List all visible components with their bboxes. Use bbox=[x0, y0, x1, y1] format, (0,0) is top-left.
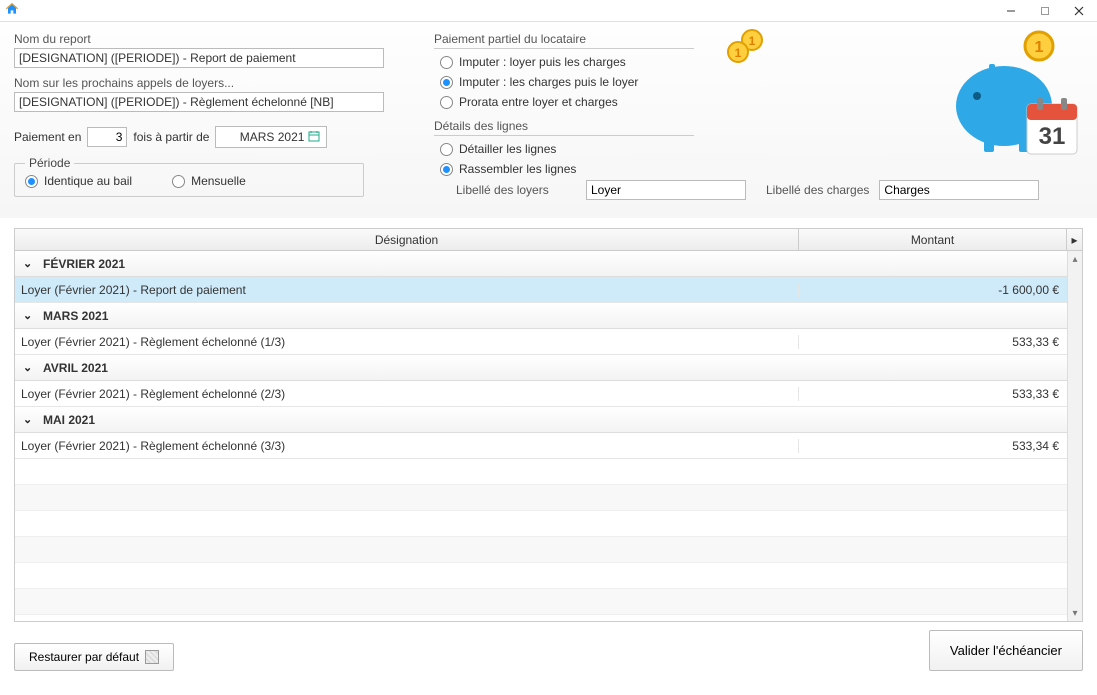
chevron-down-icon: ⌄ bbox=[23, 309, 37, 322]
scroll-down-icon[interactable]: ▾ bbox=[1068, 605, 1082, 621]
next-calls-label: Nom sur les prochains appels de loyers..… bbox=[14, 76, 414, 90]
scroll-up-icon[interactable]: ▴ bbox=[1068, 251, 1082, 267]
table-empty-row bbox=[15, 511, 1067, 537]
col-header-montant[interactable]: Montant bbox=[799, 229, 1067, 250]
table-empty-row bbox=[15, 537, 1067, 563]
chevron-down-icon: ⌄ bbox=[23, 257, 37, 270]
table-group-row[interactable]: ⌄ MAI 2021 bbox=[15, 407, 1067, 433]
pay-in-prefix: Paiement en bbox=[14, 130, 81, 144]
pay-in-mid: fois à partir de bbox=[133, 130, 209, 144]
report-name-input[interactable] bbox=[14, 48, 384, 68]
window-close-button[interactable] bbox=[1063, 1, 1095, 21]
lib-loyers-label: Libellé des loyers bbox=[456, 183, 576, 197]
partial-payment-title: Paiement partiel du locataire bbox=[434, 32, 694, 49]
table-group-label: FÉVRIER 2021 bbox=[43, 257, 125, 271]
pay-in-count-input[interactable] bbox=[87, 127, 127, 147]
table-vertical-scrollbar[interactable]: ▴ ▾ bbox=[1067, 251, 1082, 621]
table-row[interactable]: Loyer (Février 2021) - Report de paiemen… bbox=[15, 277, 1067, 303]
chevron-down-icon: ⌄ bbox=[23, 413, 37, 426]
cell-montant: 533,33 € bbox=[799, 387, 1067, 401]
period-option-bail-label: Identique au bail bbox=[44, 174, 132, 188]
lib-charges-label: Libellé des charges bbox=[766, 183, 869, 197]
next-calls-input[interactable] bbox=[14, 92, 384, 112]
details-option-detail[interactable]: Détailler les lignes bbox=[440, 142, 1083, 156]
period-option-mensuelle[interactable]: Mensuelle bbox=[172, 174, 246, 188]
table-empty-row bbox=[15, 589, 1067, 615]
partial-option-charges-first[interactable]: Imputer : les charges puis le loyer bbox=[440, 75, 1083, 89]
validate-button[interactable]: Valider l'échéancier bbox=[929, 630, 1083, 671]
table-row[interactable]: Loyer (Février 2021) - Règlement échelon… bbox=[15, 433, 1067, 459]
period-option-bail[interactable]: Identique au bail bbox=[25, 174, 132, 188]
cell-montant: -1 600,00 € bbox=[799, 283, 1067, 297]
period-option-mensuelle-label: Mensuelle bbox=[191, 174, 246, 188]
partial-option-prorata[interactable]: Prorata entre loyer et charges bbox=[440, 95, 1083, 109]
col-header-designation[interactable]: Désignation bbox=[15, 229, 799, 250]
calendar-icon bbox=[308, 130, 320, 145]
cell-designation: Loyer (Février 2021) - Règlement échelon… bbox=[15, 439, 799, 453]
restore-marker-icon bbox=[145, 650, 159, 664]
details-option-group[interactable]: Rassembler les lignes bbox=[440, 162, 1083, 176]
table-row[interactable]: Loyer (Février 2021) - Règlement échelon… bbox=[15, 329, 1067, 355]
table-scroll-right-icon[interactable]: ▸ bbox=[1067, 229, 1082, 250]
window-minimize-button[interactable] bbox=[995, 1, 1027, 21]
table-group-label: AVRIL 2021 bbox=[43, 361, 108, 375]
window-titlebar bbox=[0, 0, 1097, 22]
window-maximize-button[interactable] bbox=[1029, 1, 1061, 21]
validate-label: Valider l'échéancier bbox=[950, 643, 1062, 658]
pay-in-date-picker[interactable]: MARS 2021 bbox=[215, 126, 327, 148]
table-group-row[interactable]: ⌄ FÉVRIER 2021 bbox=[15, 251, 1067, 277]
table-row[interactable]: Loyer (Février 2021) - Règlement échelon… bbox=[15, 381, 1067, 407]
report-name-label: Nom du report bbox=[14, 32, 414, 46]
config-panel: Nom du report Nom sur les prochains appe… bbox=[0, 22, 1097, 218]
footer: Restaurer par défaut Valider l'échéancie… bbox=[0, 622, 1097, 683]
lib-loyers-input[interactable] bbox=[586, 180, 746, 200]
period-fieldset: Période Identique au bail Mensuelle bbox=[14, 156, 364, 197]
chevron-down-icon: ⌄ bbox=[23, 361, 37, 374]
table-group-label: MARS 2021 bbox=[43, 309, 108, 323]
period-legend: Période bbox=[25, 156, 74, 170]
table-empty-row bbox=[15, 563, 1067, 589]
table-group-row[interactable]: ⌄ AVRIL 2021 bbox=[15, 355, 1067, 381]
table-group-label: MAI 2021 bbox=[43, 413, 95, 427]
cell-montant: 533,33 € bbox=[799, 335, 1067, 349]
cell-designation: Loyer (Février 2021) - Règlement échelon… bbox=[15, 387, 799, 401]
table-empty-row bbox=[15, 485, 1067, 511]
cell-designation: Loyer (Février 2021) - Règlement échelon… bbox=[15, 335, 799, 349]
lib-charges-input[interactable] bbox=[879, 180, 1039, 200]
table-group-row[interactable]: ⌄ MARS 2021 bbox=[15, 303, 1067, 329]
cell-montant: 533,34 € bbox=[799, 439, 1067, 453]
details-title: Détails des lignes bbox=[434, 119, 694, 136]
restore-defaults-label: Restaurer par défaut bbox=[29, 650, 139, 664]
app-icon bbox=[4, 1, 20, 20]
pay-in-date-value: MARS 2021 bbox=[240, 130, 305, 144]
schedule-table: Désignation Montant ▸ ⌄ FÉVRIER 2021 Loyer… bbox=[14, 228, 1083, 622]
restore-defaults-button[interactable]: Restaurer par défaut bbox=[14, 643, 174, 671]
cell-designation: Loyer (Février 2021) - Report de paiemen… bbox=[15, 283, 799, 297]
table-empty-row bbox=[15, 459, 1067, 485]
partial-option-loyer-first[interactable]: Imputer : loyer puis les charges bbox=[440, 55, 1083, 69]
